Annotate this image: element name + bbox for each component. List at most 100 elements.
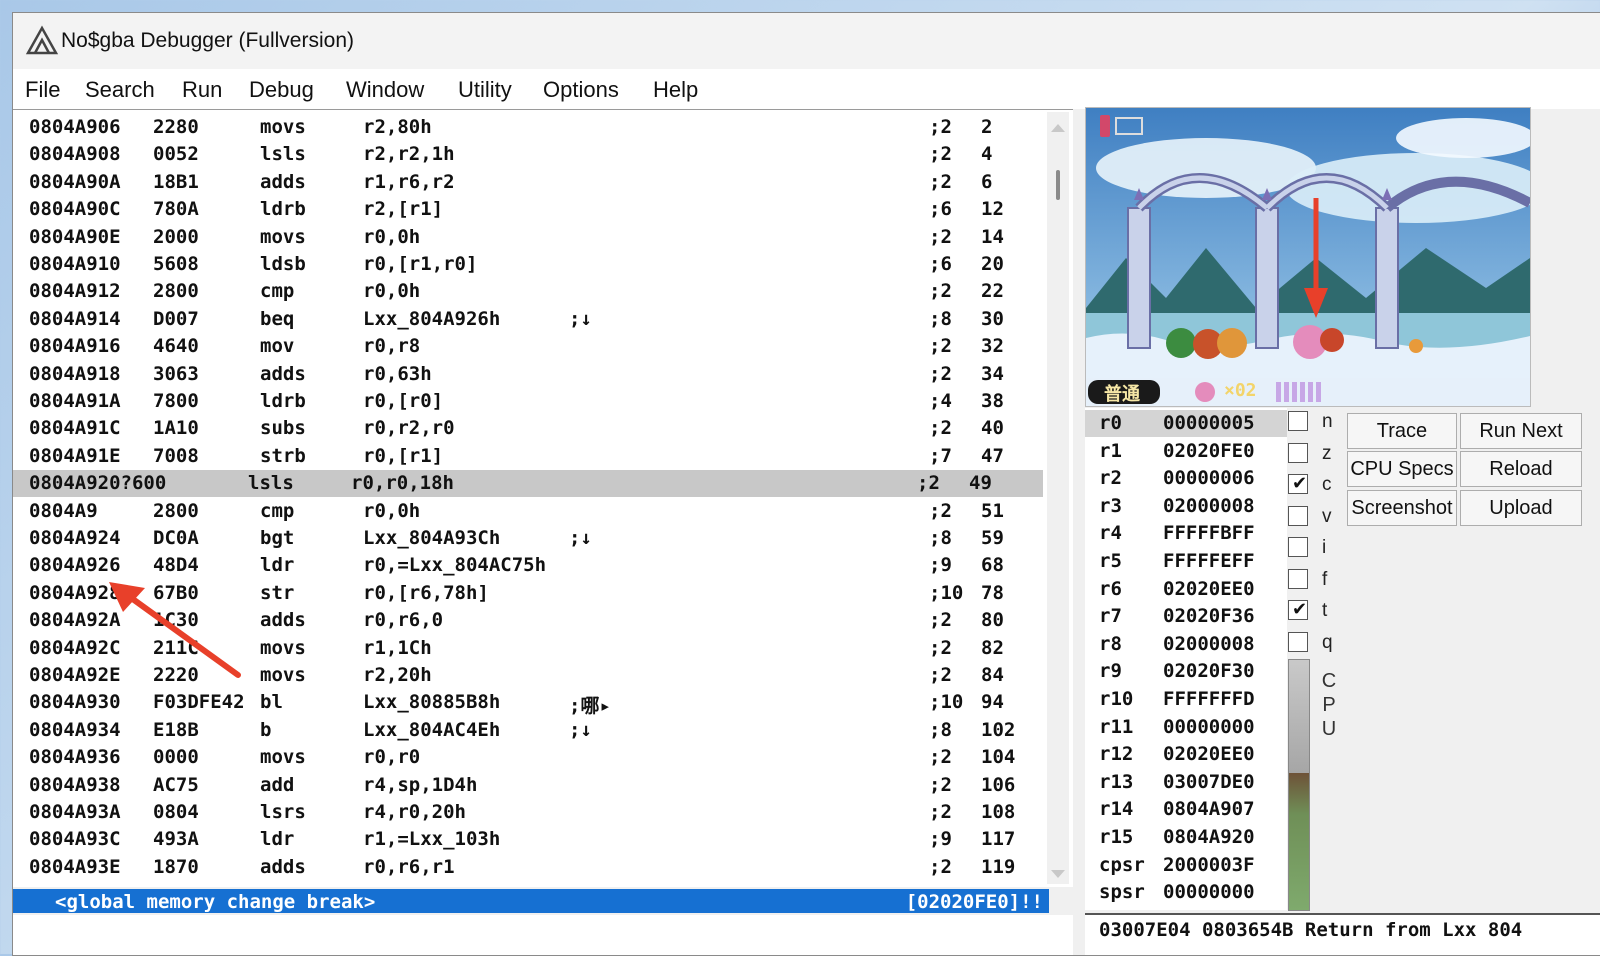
disasm-opcode: 2000: [153, 225, 199, 248]
disassembly-pane[interactable]: 0804A906 2280 movs r2,80h ;2 2 0804A908 0052 lsl…: [13, 109, 1073, 887]
disasm-row[interactable]: 0804A912 2800 cmp r0,0h ;2 22: [13, 278, 1043, 305]
disasm-row[interactable]: 0804A91C 1A10 subs r0,r2,r0 ;2 40: [13, 415, 1043, 442]
flag-f[interactable]: f: [1288, 568, 1348, 599]
disasm-operands: r0,r6,0: [363, 609, 444, 632]
trace-button[interactable]: Trace: [1347, 413, 1457, 449]
register-row-cpsr[interactable]: cpsr 2000003F: [1085, 852, 1287, 879]
disasm-row[interactable]: 0804A934 E18B b Lxx_804AC4Eh ;↓ ;8 102: [13, 717, 1043, 744]
disassembly-scrollbar[interactable]: [1047, 112, 1069, 884]
disasm-total-cycles: 94: [981, 691, 1004, 714]
disasm-row[interactable]: 0804A938 AC75 add r4,sp,1D4h ;2 106: [13, 772, 1043, 799]
flag-checkbox[interactable]: ✔: [1288, 473, 1308, 494]
disasm-row[interactable]: 0804A90C 780A ldrb r2,[r1] ;6 12: [13, 196, 1043, 223]
flag-checkbox[interactable]: ✔: [1288, 599, 1308, 620]
register-row-r9[interactable]: r9 02020F30: [1085, 658, 1287, 685]
register-row-r11[interactable]: r11 00000000: [1085, 714, 1287, 741]
disasm-row[interactable]: 0804A914 D007 beq Lxx_804A926h ;↓ ;8 30: [13, 306, 1043, 333]
flag-checkbox[interactable]: [1288, 442, 1308, 463]
disasm-opcode: D007: [153, 307, 199, 330]
register-row-r6[interactable]: r6 02020EE0: [1085, 576, 1287, 603]
scroll-thumb[interactable]: [1056, 170, 1060, 200]
disasm-row[interactable]: 0804A936 0000 movs r0,r0 ;2 104: [13, 744, 1043, 771]
register-value: 00000000: [1163, 715, 1255, 738]
disasm-opcode: AC75: [153, 773, 199, 796]
disasm-row[interactable]: 0804A908 0052 lsls r2,r2,1h ;2 4: [13, 141, 1043, 168]
disasm-total-cycles: 119: [981, 855, 1016, 878]
disasm-row[interactable]: 0804A93C 493A ldr r1,=Lxx_103h ;9 117: [13, 826, 1043, 853]
register-row-r4[interactable]: r4 FFFFFBFF: [1085, 520, 1287, 547]
menu-run[interactable]: Run: [182, 75, 222, 105]
menu-options[interactable]: Options: [543, 75, 619, 105]
register-row-r0[interactable]: r0 00000005: [1085, 410, 1287, 437]
disasm-row[interactable]: 0804A90A 18B1 adds r1,r6,r2 ;2 6: [13, 169, 1043, 196]
disasm-row[interactable]: 0804A93E 1870 adds r0,r6,r1 ;2 119: [13, 854, 1043, 881]
debugger-window: No$gba Debugger (Fullversion) File Searc…: [12, 12, 1600, 956]
flag-q[interactable]: q: [1288, 631, 1348, 662]
disasm-operands: r0,0h: [363, 499, 421, 522]
register-name: r7: [1099, 605, 1122, 628]
disasm-row[interactable]: 0804A91A 7800 ldrb r0,[r0] ;4 38: [13, 388, 1043, 415]
menu-search[interactable]: Search: [85, 75, 155, 105]
register-row-r8[interactable]: r8 02000008: [1085, 631, 1287, 658]
disasm-row[interactable]: 0804A924 DC0A bgt Lxx_804A93Ch ;↓ ;8 59: [13, 525, 1043, 552]
flag-n[interactable]: n: [1288, 411, 1348, 441]
disasm-opcode: 4640: [153, 335, 199, 358]
screenshot-button[interactable]: Screenshot: [1347, 490, 1457, 526]
register-row-r15[interactable]: r15 0804A920: [1085, 824, 1287, 851]
register-row-r2[interactable]: r2 00000006: [1085, 465, 1287, 492]
scroll-up-arrow-icon[interactable]: [1051, 124, 1065, 132]
register-row-r14[interactable]: r14 0804A907: [1085, 796, 1287, 823]
flag-v[interactable]: v: [1288, 505, 1348, 536]
disasm-address: 0804A9: [29, 499, 98, 522]
flag-checkbox[interactable]: [1288, 411, 1308, 431]
flag-i[interactable]: i: [1288, 537, 1348, 567]
scroll-down-arrow-icon[interactable]: [1051, 870, 1065, 878]
register-row-r3[interactable]: r3 02000008: [1085, 493, 1287, 520]
flag-checkbox[interactable]: [1288, 568, 1308, 589]
disasm-address: 0804A924: [29, 527, 121, 549]
log-pane[interactable]: [13, 915, 1073, 955]
menu-window[interactable]: Window: [346, 75, 424, 105]
register-row-r12[interactable]: r12 02020EE0: [1085, 741, 1287, 768]
flag-c[interactable]: ✔ c: [1288, 473, 1348, 504]
check-icon: ✔: [1292, 599, 1308, 619]
cpu-specs-button[interactable]: CPU Specs: [1347, 451, 1457, 487]
register-row-r5[interactable]: r5 FFFFFEFF: [1085, 548, 1287, 575]
flag-checkbox[interactable]: [1288, 537, 1308, 557]
disasm-row[interactable]: 0804A910 5608 ldsb r0,[r1,r0] ;6 20: [13, 251, 1043, 278]
run-next-button[interactable]: Run Next: [1460, 413, 1582, 449]
flag-checkbox[interactable]: [1288, 631, 1308, 652]
menu-help[interactable]: Help: [653, 75, 698, 105]
disasm-row[interactable]: 0804A9 2800 cmp r0,0h ;2 51: [13, 498, 1043, 525]
menu-debug[interactable]: Debug: [249, 75, 314, 105]
disasm-row[interactable]: 0804A918 3063 adds r0,63h ;2 34: [13, 361, 1043, 388]
reload-button[interactable]: Reload: [1460, 451, 1582, 487]
disasm-row[interactable]: 0804A93A 0804 lsrs r4,r0,20h ;2 108: [13, 799, 1043, 826]
disasm-row[interactable]: 0804A90E 2000 movs r0,0h ;2 14: [13, 224, 1043, 251]
register-row-r10[interactable]: r10 FFFFFFFD: [1085, 686, 1287, 713]
register-row-spsr[interactable]: spsr 00000000: [1085, 879, 1287, 906]
menu-file[interactable]: File: [25, 75, 60, 105]
cpu-label-letter: P: [1322, 694, 1336, 716]
upload-button[interactable]: Upload: [1460, 490, 1582, 526]
check-icon: ✔: [1292, 473, 1308, 493]
disasm-mnemonic: adds: [260, 609, 306, 632]
register-pane[interactable]: r0 00000005 r1 02020FE0 r2 00000006 r3 02000008…: [1085, 408, 1287, 910]
disasm-row[interactable]: 0804A906 2280 movs r2,80h ;2 2: [13, 114, 1043, 141]
register-row-r7[interactable]: r7 02020F36: [1085, 603, 1287, 630]
flag-checkbox[interactable]: [1288, 505, 1308, 526]
flag-t[interactable]: ✔ t: [1288, 599, 1348, 630]
disasm-row-current[interactable]: 0804A920?600 lsls r0,r0,18h ;2 49: [13, 470, 1043, 498]
disasm-row[interactable]: 0804A91E 7008 strb r0,[r1] ;7 47: [13, 443, 1043, 470]
register-row-r1[interactable]: r1 02020FE0: [1085, 438, 1287, 465]
disasm-cycles: ;2: [929, 499, 952, 522]
menu-utility[interactable]: Utility: [458, 75, 512, 105]
flag-z[interactable]: z: [1288, 442, 1348, 473]
register-row-r13[interactable]: r13 03007DE0: [1085, 769, 1287, 796]
disasm-operands: r0,[r1,r0]: [363, 253, 478, 275]
register-name: r2: [1099, 467, 1122, 490]
stack-pane[interactable]: 03007E04 0803654B Return from Lxx 804: [1085, 913, 1600, 955]
disasm-row[interactable]: 0804A916 4640 mov r0,r8 ;2 32: [13, 333, 1043, 360]
register-name: r5: [1099, 550, 1122, 572]
disasm-cycles: ;8: [929, 307, 952, 330]
